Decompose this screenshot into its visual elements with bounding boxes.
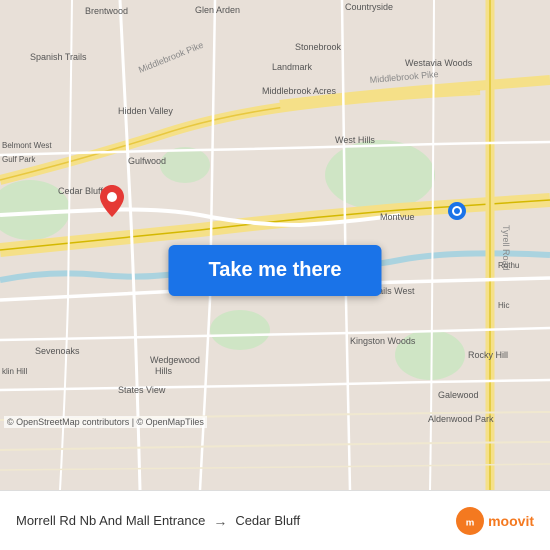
svg-text:Middlebrook Acres: Middlebrook Acres — [262, 86, 337, 96]
svg-text:Galewood: Galewood — [438, 390, 479, 400]
map-container: Middlebrook Pike Middlebrook Pike Tyrell… — [0, 0, 550, 490]
svg-text:Brentwood: Brentwood — [85, 6, 128, 16]
svg-text:Montvue: Montvue — [380, 212, 415, 222]
svg-text:Landmark: Landmark — [272, 62, 313, 72]
svg-text:Kingston Woods: Kingston Woods — [350, 336, 416, 346]
svg-text:Hills: Hills — [155, 366, 172, 376]
origin-pin — [100, 185, 124, 222]
svg-text:Belmont West: Belmont West — [2, 141, 52, 150]
moovit-text: moovit — [488, 513, 534, 529]
svg-text:Cedar Bluff: Cedar Bluff — [58, 186, 103, 196]
svg-text:Sevenoaks: Sevenoaks — [35, 346, 80, 356]
moovit-logo: m moovit — [456, 507, 534, 535]
bottom-bar: Morrell Rd Nb And Mall Entrance → Cedar … — [0, 490, 550, 550]
svg-text:States View: States View — [118, 385, 166, 395]
svg-text:Countryside: Countryside — [345, 2, 393, 12]
svg-text:Spanish Trails: Spanish Trails — [30, 52, 87, 62]
svg-text:klin Hill: klin Hill — [2, 367, 28, 376]
svg-text:Westavia Woods: Westavia Woods — [405, 58, 473, 68]
moovit-icon: m — [456, 507, 484, 535]
svg-text:Gulf Park: Gulf Park — [2, 155, 36, 164]
svg-text:West Hills: West Hills — [335, 135, 375, 145]
destination-pin — [448, 202, 466, 225]
svg-text:Hic: Hic — [498, 301, 510, 310]
svg-text:Rothu: Rothu — [498, 261, 519, 270]
map-attribution: © OpenStreetMap contributors | © OpenMap… — [4, 416, 207, 428]
destination-label: Cedar Bluff — [235, 513, 300, 528]
route-arrow: → — [213, 513, 227, 529]
svg-text:Rocky Hill: Rocky Hill — [468, 350, 508, 360]
take-me-there-button[interactable]: Take me there — [168, 245, 381, 296]
svg-text:m: m — [466, 517, 475, 528]
svg-text:Hidden Valley: Hidden Valley — [118, 106, 173, 116]
svg-text:Glen Arden: Glen Arden — [195, 5, 240, 15]
origin-label: Morrell Rd Nb And Mall Entrance — [16, 513, 205, 528]
svg-text:Stonebrook: Stonebrook — [295, 42, 342, 52]
svg-text:Aldenwood Park: Aldenwood Park — [428, 414, 494, 424]
svg-text:Wedgewood: Wedgewood — [150, 355, 200, 365]
svg-text:Gulfwood: Gulfwood — [128, 156, 166, 166]
